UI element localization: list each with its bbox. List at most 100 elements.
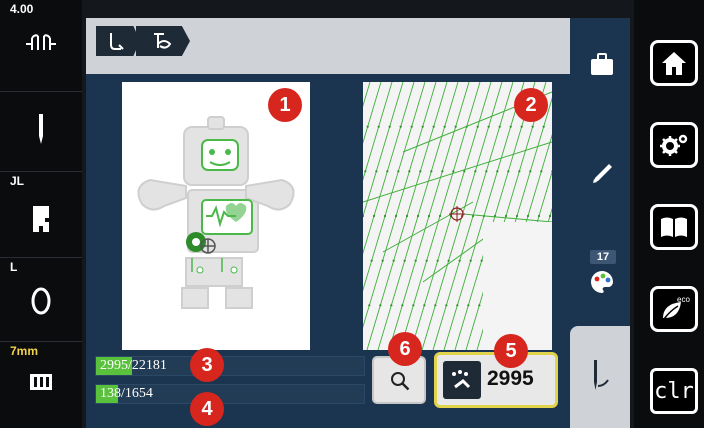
stitch-point <box>548 214 552 218</box>
needle-cell[interactable] <box>0 92 82 172</box>
color-stitch-progress: 138/1654 <box>95 384 365 404</box>
stitch-counter-value: 2995 <box>487 367 534 390</box>
stitch-point <box>454 125 457 128</box>
home-button[interactable] <box>650 40 698 86</box>
stitch-point <box>421 125 424 128</box>
stitch-point <box>551 170 552 173</box>
color-palette-icon[interactable] <box>586 266 618 298</box>
stitch-point <box>531 125 534 128</box>
embroidery-needle-tab-icon <box>594 360 609 390</box>
stitch-point <box>469 259 472 262</box>
callout-4: 4 <box>190 392 224 426</box>
presser-foot-icon <box>33 206 49 232</box>
stitch-point <box>414 259 417 262</box>
briefcase-icon[interactable] <box>586 48 618 80</box>
stitch-point <box>397 170 400 173</box>
stitch-point <box>434 304 437 307</box>
stitch-point <box>370 259 373 262</box>
callout-1: 1 <box>268 88 302 122</box>
stitch-point <box>458 259 461 262</box>
robot-design-image <box>137 116 295 309</box>
breadcrumb-embroidery[interactable] <box>96 26 140 56</box>
stitch-width-cell[interactable]: 7mm <box>0 342 82 428</box>
stitch-plate-icon <box>30 374 52 390</box>
color-count-badge: 17 <box>590 250 616 264</box>
presser-foot-cell[interactable]: JL <box>0 172 82 258</box>
stitch-point <box>423 304 426 307</box>
stitch-point <box>419 170 422 173</box>
width-value: 7mm <box>10 344 39 358</box>
stitch-point <box>485 170 488 173</box>
eco-button[interactable]: eco <box>650 286 698 332</box>
stitch-point <box>377 125 380 128</box>
stitch-pattern-icon <box>154 33 172 49</box>
stitch-point <box>363 214 365 218</box>
stitch-point <box>478 304 481 307</box>
stitch-point <box>447 259 450 262</box>
clear-button-label: clr <box>654 378 694 404</box>
callout-5: 5 <box>494 334 528 368</box>
stitch-point <box>529 170 532 173</box>
stitch-point <box>474 170 477 173</box>
stitch-point <box>476 125 479 128</box>
embroidery-tab[interactable] <box>570 326 630 428</box>
tension-value: 4.00 <box>10 2 34 16</box>
color-stitch-progress-text: 138/1654 <box>100 386 153 401</box>
stitch-point <box>498 125 501 128</box>
clear-button[interactable]: clr <box>650 368 698 414</box>
total-stitch-progress: 2995/22181 <box>95 356 365 376</box>
stitch-point <box>403 259 406 262</box>
stitch-point <box>445 304 448 307</box>
stitch-detail-preview[interactable] <box>363 82 552 350</box>
stitch-point <box>412 304 415 307</box>
stitch-point <box>408 170 411 173</box>
settings-button[interactable] <box>650 122 698 168</box>
stitch-point <box>487 125 490 128</box>
stitch-point <box>509 125 512 128</box>
embroidery-needle-icon <box>110 33 124 50</box>
stitch-point <box>441 170 444 173</box>
eco-leaf-icon: eco <box>663 295 690 320</box>
stitch-point <box>410 125 413 128</box>
stitch-point <box>427 214 431 218</box>
stitch-point <box>507 170 510 173</box>
design-overview-preview[interactable] <box>122 82 310 350</box>
magnifier-icon <box>391 372 410 391</box>
stitch-point <box>504 214 508 218</box>
stitch-point <box>456 304 459 307</box>
hoop-icon <box>31 287 51 315</box>
stitch-point <box>364 170 367 173</box>
stitch-point <box>432 125 435 128</box>
hoop-cell[interactable]: L <box>0 258 82 342</box>
stitch-point <box>372 214 376 218</box>
breadcrumb <box>86 18 570 72</box>
callout-3: 3 <box>190 348 224 382</box>
stitch-point <box>381 259 384 262</box>
stitch-point <box>537 214 541 218</box>
stitch-point <box>366 125 369 128</box>
total-stitch-progress-text: 2995/22181 <box>100 358 167 373</box>
stitch-point <box>392 259 395 262</box>
stitch-point <box>379 304 382 307</box>
stitch-point <box>542 125 545 128</box>
thread-tension-cell[interactable]: 4.00 <box>0 0 82 92</box>
stitch-point <box>399 125 402 128</box>
stitch-lines-image <box>363 82 552 350</box>
callout-6: 6 <box>388 332 422 366</box>
thread-label: L <box>10 260 18 274</box>
stitch-point <box>386 170 389 173</box>
stitch-point <box>416 214 420 218</box>
stitch-point <box>375 170 378 173</box>
guide-button[interactable] <box>650 204 698 250</box>
needle-icon <box>39 114 43 144</box>
home-icon <box>662 52 686 75</box>
pencil-icon[interactable] <box>586 156 618 188</box>
stitch-point <box>496 170 499 173</box>
breadcrumb-stitch-pattern[interactable] <box>136 26 190 56</box>
stitch-point <box>438 214 442 218</box>
stitch-point <box>520 125 523 128</box>
stitch-point <box>515 214 519 218</box>
stitch-point <box>368 304 371 307</box>
stitch-point <box>480 259 483 262</box>
stitch-point <box>425 259 428 262</box>
